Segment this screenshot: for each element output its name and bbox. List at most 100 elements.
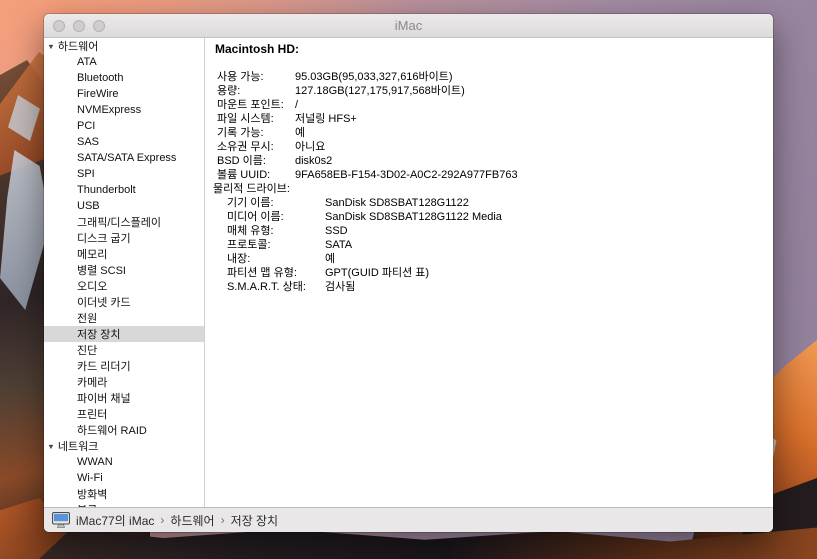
info-label: 용량: <box>217 84 295 98</box>
sidebar-item[interactable]: ▼ Wi-Fi <box>44 470 204 486</box>
sidebar: ▼ 하드웨어 ▼ ATA ▼ Bluetooth ▼ FireWire ▼ NV… <box>44 38 205 507</box>
info-row: 프로토콜: SATA <box>217 238 773 252</box>
info-value: 예 <box>325 252 335 266</box>
info-label: 기록 가능: <box>217 126 295 140</box>
info-row: 볼륨 UUID: 9FA658EB-F154-3D02-A0C2-292A977… <box>217 168 773 182</box>
sidebar-item[interactable]: ▼ 카드 리더기 <box>44 358 204 374</box>
sidebar-item[interactable]: ▼ SATA/SATA Express <box>44 150 204 166</box>
info-value: / <box>295 98 298 112</box>
info-label: 파티션 맵 유형: <box>227 266 325 280</box>
sidebar-item[interactable]: ▼ Bluetooth <box>44 70 204 86</box>
sidebar-item[interactable]: ▼ FireWire <box>44 86 204 102</box>
traffic-light-buttons <box>53 20 105 32</box>
info-value: SATA <box>325 238 352 252</box>
window-titlebar[interactable]: iMac <box>44 14 773 38</box>
breadcrumb-storage[interactable]: 저장 장치 <box>231 512 279 529</box>
sidebar-item[interactable]: ▼ NVMExpress <box>44 102 204 118</box>
breadcrumb-hardware[interactable]: 하드웨어 <box>170 512 214 529</box>
disclosure-triangle-icon[interactable]: ▼ <box>47 442 55 450</box>
sidebar-item-label: 병렬 SCSI <box>77 262 126 278</box>
sidebar-item[interactable]: ▼ 그래픽/디스플레이 <box>44 214 204 230</box>
info-value: 검사됨 <box>325 280 355 294</box>
window-body: ▼ 하드웨어 ▼ ATA ▼ Bluetooth ▼ FireWire ▼ NV… <box>44 38 773 507</box>
sidebar-item-label: 오디오 <box>77 278 107 294</box>
detail-pane: Macintosh HD: 사용 가능: 95.03GB(95,033,327,… <box>205 38 773 507</box>
info-label: BSD 이름: <box>217 154 295 168</box>
breadcrumb-separator: › <box>221 513 225 527</box>
sidebar-item-label: 전원 <box>77 310 97 326</box>
sidebar-item[interactable]: ▼ 전원 <box>44 310 204 326</box>
sidebar-item-label: 디스크 굽기 <box>77 230 131 246</box>
status-bar: iMac77의 iMac › 하드웨어 › 저장 장치 <box>44 507 773 532</box>
sidebar-item-label: 메모리 <box>77 246 107 262</box>
sidebar-item[interactable]: ▼ 프린터 <box>44 406 204 422</box>
sidebar-item-label: Thunderbolt <box>77 184 136 196</box>
sidebar-item-label: SATA/SATA Express <box>77 152 176 164</box>
sidebar-item-label: 프린터 <box>77 406 107 422</box>
info-row: 마운트 포인트: / <box>217 98 773 112</box>
sidebar-item[interactable]: ▼ WWAN <box>44 454 204 470</box>
info-row: BSD 이름: disk0s2 <box>217 154 773 168</box>
sidebar-item-label: Bluetooth <box>77 72 123 84</box>
sidebar-item-label: Wi-Fi <box>77 472 103 484</box>
info-label: 프로토콜: <box>227 238 325 252</box>
sidebar-item[interactable]: ▼ SPI <box>44 166 204 182</box>
sidebar-item-label: ATA <box>77 56 97 68</box>
imac-icon <box>52 512 70 528</box>
sidebar-item[interactable]: ▼ 디스크 굽기 <box>44 230 204 246</box>
sidebar-item-label: 방화벽 <box>77 486 107 502</box>
info-value: SanDisk SD8SBAT128G1122 <box>325 196 469 210</box>
sidebar-item-label: 카메라 <box>77 374 107 390</box>
breadcrumb-separator: › <box>160 513 164 527</box>
sidebar-item[interactable]: ▼ USB <box>44 198 204 214</box>
info-label: 마운트 포인트: <box>217 98 295 112</box>
info-value: 저널링 HFS+ <box>295 112 357 126</box>
info-value: SSD <box>325 224 348 238</box>
sidebar-item-label: 그래픽/디스플레이 <box>77 214 161 230</box>
info-value: disk0s2 <box>295 154 332 168</box>
sidebar-item[interactable]: ▼ 저장 장치 <box>44 326 204 342</box>
info-row: 파티션 맵 유형: GPT(GUID 파티션 표) <box>217 266 773 280</box>
sidebar-item-label: SAS <box>77 136 99 148</box>
volume-title: Macintosh HD: <box>215 42 773 56</box>
sidebar-item-label: 카드 리더기 <box>77 358 131 374</box>
sidebar-item[interactable]: ▼ Thunderbolt <box>44 182 204 198</box>
minimize-button[interactable] <box>73 20 85 32</box>
sidebar-item-label: 파이버 채널 <box>77 390 131 406</box>
sidebar-item-label: 진단 <box>77 342 97 358</box>
info-label: 매체 유형: <box>227 224 325 238</box>
info-value: 95.03GB(95,033,327,616바이트) <box>295 70 453 84</box>
sidebar-item-label: 네트워크 <box>58 438 98 454</box>
sidebar-item-label: 하드웨어 RAID <box>77 422 147 438</box>
info-value: 아니요 <box>295 140 325 154</box>
sidebar-item[interactable]: ▼ 하드웨어 <box>44 38 204 54</box>
sidebar-item[interactable]: ▼ 방화벽 <box>44 486 204 502</box>
info-value: 127.18GB(127,175,917,568바이트) <box>295 84 465 98</box>
system-information-window: iMac ▼ 하드웨어 ▼ ATA ▼ Bluetooth ▼ Fire <box>44 14 773 532</box>
info-label: S.M.A.R.T. 상태: <box>227 280 325 294</box>
sidebar-item[interactable]: ▼ 네트워크 <box>44 438 204 454</box>
info-row: 기록 가능: 예 <box>217 126 773 140</box>
disclosure-triangle-icon[interactable]: ▼ <box>47 42 55 50</box>
close-button[interactable] <box>53 20 65 32</box>
sidebar-item[interactable]: ▼ 파이버 채널 <box>44 390 204 406</box>
sidebar-item[interactable]: ▼ 하드웨어 RAID <box>44 422 204 438</box>
sidebar-item[interactable]: ▼ 진단 <box>44 342 204 358</box>
sidebar-item[interactable]: ▼ 오디오 <box>44 278 204 294</box>
sidebar-item[interactable]: ▼ PCI <box>44 118 204 134</box>
info-value: 예 <box>295 126 305 140</box>
zoom-button[interactable] <box>93 20 105 32</box>
info-label: 미디어 이름: <box>227 210 325 224</box>
breadcrumb-computer[interactable]: iMac77의 iMac <box>76 512 154 529</box>
sidebar-item[interactable]: ▼ 병렬 SCSI <box>44 262 204 278</box>
sidebar-item[interactable]: ▼ SAS <box>44 134 204 150</box>
sidebar-item-label: FireWire <box>77 88 119 100</box>
sidebar-item[interactable]: ▼ 카메라 <box>44 374 204 390</box>
info-row: 소유권 무시: 아니요 <box>217 140 773 154</box>
info-label: 볼륨 UUID: <box>217 168 295 182</box>
info-row: S.M.A.R.T. 상태: 검사됨 <box>217 280 773 294</box>
sidebar-item-label: PCI <box>77 120 95 132</box>
sidebar-item[interactable]: ▼ ATA <box>44 54 204 70</box>
sidebar-item[interactable]: ▼ 이더넷 카드 <box>44 294 204 310</box>
sidebar-item[interactable]: ▼ 메모리 <box>44 246 204 262</box>
